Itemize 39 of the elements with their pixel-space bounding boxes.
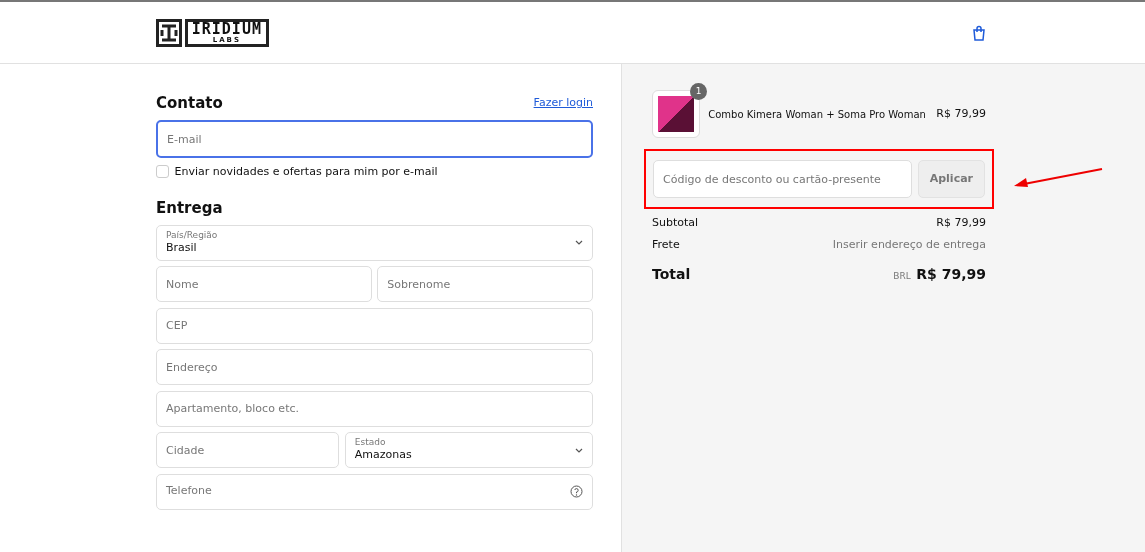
input-field[interactable]: Telefone [156, 473, 593, 510]
section-title: Contato [156, 93, 223, 114]
logo-wordmark: IRIDIUM [191, 21, 262, 37]
field-label: País/Região [166, 230, 218, 241]
currency-code: BRL [893, 270, 911, 283]
chevron-down-icon [575, 447, 583, 453]
photo-placeholder [658, 96, 694, 132]
input-field[interactable]: CEP [156, 307, 593, 344]
field-label: Estado [354, 438, 387, 449]
section-title: Entrega [156, 197, 224, 219]
summary-label: Subtotal [652, 214, 699, 231]
summary-label: Frete [652, 236, 680, 253]
total-label: Total [652, 265, 691, 284]
input-field[interactable]: Nome [156, 266, 372, 302]
checkbox-label: Enviar novidades e ofertas para mim por e-mail [174, 163, 438, 180]
checkbox[interactable] [156, 165, 169, 179]
select-field[interactable]: País/Região Brasil [156, 224, 593, 261]
discount-field[interactable]: Código de desconto ou cartão-presente [653, 160, 913, 198]
logo-emblem-icon [156, 18, 182, 47]
summary-value: R$ 79,99 [936, 214, 986, 231]
field-value: Amazonas [354, 448, 412, 462]
product-price: R$ 79,99 [936, 105, 986, 122]
field-value: Brasil [166, 240, 198, 255]
help-icon [570, 485, 583, 498]
field-placeholder: Telefone [166, 483, 212, 500]
chevron-down-icon [575, 240, 583, 245]
login-link[interactable]: Fazer login [533, 95, 593, 112]
email-field[interactable]: E-mail [156, 120, 593, 158]
select-field[interactable]: Estado Amazonas [344, 432, 593, 468]
input-field[interactable]: Endereço [156, 349, 593, 385]
input-field[interactable]: Cidade [156, 432, 340, 468]
total-value: R$ 79,99 [916, 265, 986, 284]
input-field[interactable]: Sobrenome [377, 266, 593, 302]
shopping-bag-icon [972, 24, 986, 41]
input-field[interactable]: Apartamento, bloco etc. [156, 390, 593, 427]
product-name: Combo Kimera Woman + Soma Pro Woman [708, 107, 927, 122]
summary-value: Inserir endereço de entrega [832, 236, 986, 253]
apply-button[interactable]: Aplicar [917, 160, 985, 198]
quantity-badge: 1 [690, 83, 707, 100]
